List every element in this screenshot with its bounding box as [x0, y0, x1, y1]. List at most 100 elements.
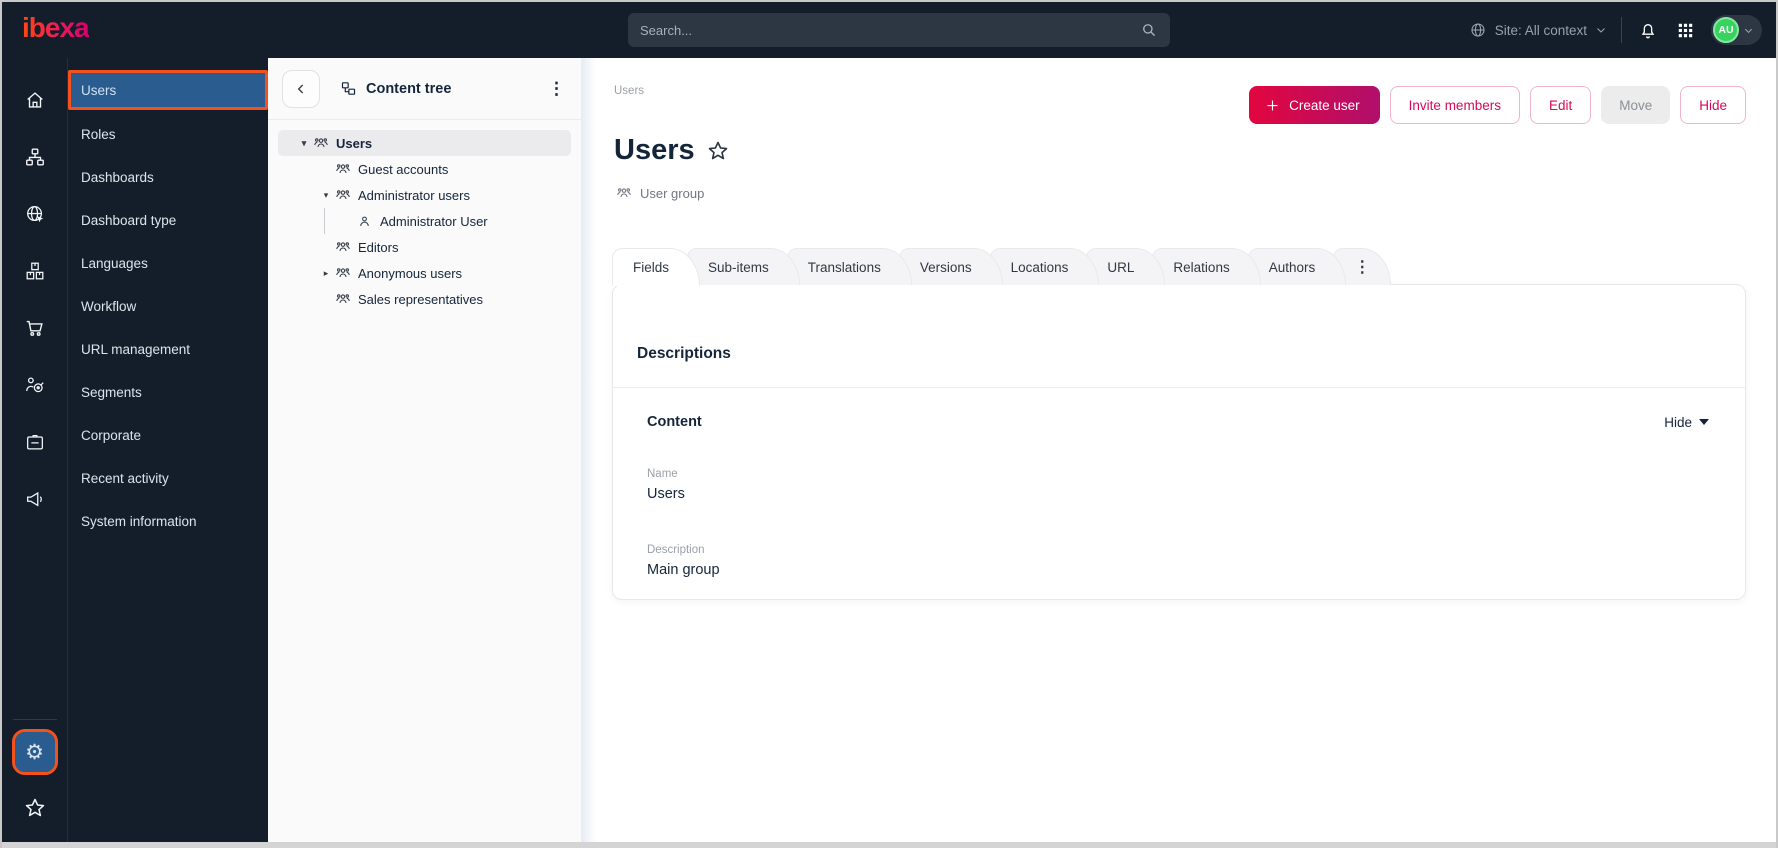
sidebar-item-label: Languages: [81, 256, 148, 271]
star-outline-icon: [708, 141, 727, 159]
sidebar-item-label: Recent activity: [81, 471, 169, 486]
content-tree-title: Content tree: [366, 80, 452, 97]
caret-expanded-icon[interactable]: ▾: [318, 190, 334, 201]
sidebar-item-roles[interactable]: Roles: [68, 113, 268, 156]
tab-authors[interactable]: Authors: [1247, 248, 1347, 285]
sidebar-item-segments[interactable]: Segments: [68, 371, 268, 414]
plus-icon: [1267, 100, 1278, 110]
tab-sub-items[interactable]: Sub-items: [687, 248, 800, 285]
user-menu[interactable]: AU: [1711, 15, 1762, 45]
sidebar-item-recent-activity[interactable]: Recent activity: [68, 457, 268, 500]
rail-bottom-group: ⚙: [2, 719, 67, 828]
content-tree-header: Content tree ⋮: [268, 58, 581, 120]
sidebar-item-label: Corporate: [81, 428, 142, 443]
sidebar-item-url-management[interactable]: URL management: [68, 328, 268, 371]
window-bottom-edge: [2, 842, 1776, 848]
search-icon[interactable]: [1140, 21, 1158, 39]
notifications-button[interactable]: [1636, 18, 1660, 42]
chevron-down-icon: [1597, 28, 1605, 33]
caret-down-icon: [1699, 419, 1709, 425]
sidebar-item-languages[interactable]: Languages: [68, 242, 268, 285]
user-group-icon: [617, 188, 631, 198]
tree-node-guest-accounts[interactable]: Guest accounts: [278, 156, 571, 182]
sidebar-item-system-information[interactable]: System information: [68, 500, 268, 543]
rail-item-product-catalog[interactable]: [15, 251, 55, 291]
tab-versions[interactable]: Versions: [898, 248, 1003, 285]
field-label-name: Name: [647, 468, 678, 480]
user-group-icon: [334, 291, 351, 307]
home-icon: [26, 92, 43, 108]
move-button[interactable]: Move: [1601, 86, 1671, 124]
rail-item-bookmarks[interactable]: [15, 788, 55, 828]
hide-button[interactable]: Hide: [1680, 86, 1746, 124]
invite-members-button[interactable]: Invite members: [1389, 86, 1520, 124]
tree-node-label: Anonymous users: [358, 265, 463, 281]
rail-item-settings[interactable]: ⚙: [11, 729, 58, 775]
rail-item-home[interactable]: [15, 80, 55, 120]
tree-node-label: Users: [336, 135, 373, 151]
tree-node-editors[interactable]: Editors: [278, 234, 571, 260]
rail-divider: [12, 719, 57, 720]
rail-item-commerce[interactable]: [15, 308, 55, 348]
sidebar-item-dashboards[interactable]: Dashboards: [68, 156, 268, 199]
page-title: Users: [614, 134, 695, 166]
content-tree-icon: [341, 82, 356, 95]
global-search[interactable]: [628, 13, 1170, 47]
collapse-label: Hide: [1664, 414, 1692, 430]
sidebar-item-dashboard-type[interactable]: Dashboard type: [68, 199, 268, 242]
breadcrumb[interactable]: Users: [614, 85, 644, 97]
globe-cursor-icon: [26, 206, 43, 223]
tab-relations[interactable]: Relations: [1152, 248, 1261, 285]
rail-item-content-structure[interactable]: [15, 137, 55, 177]
tab-bar: Fields Sub-items Translations Versions L…: [612, 247, 1746, 286]
icon-rail: ⚙: [2, 58, 68, 842]
tree-node-sales-representatives[interactable]: Sales representatives: [278, 286, 571, 312]
app-switcher-button[interactable]: [1674, 19, 1697, 42]
user-group-icon: [334, 265, 351, 281]
action-buttons: Create user Invite members Edit Move Hid…: [1249, 86, 1746, 124]
caret-collapsed-icon[interactable]: ▸: [318, 268, 334, 279]
tree-options-kebab[interactable]: ⋮: [548, 80, 565, 97]
rail-item-marketing[interactable]: [15, 479, 55, 519]
tab-translations[interactable]: Translations: [786, 248, 912, 285]
site-context-selector[interactable]: Site: All context: [1469, 21, 1607, 39]
collapse-tree-button[interactable]: [282, 69, 320, 108]
topbar-right-cluster: Site: All context AU: [1469, 2, 1762, 58]
site-context-label: Site: All context: [1494, 22, 1587, 38]
content-type-label: User group: [640, 185, 705, 201]
top-bar: ibexa Site: All context A: [2, 2, 1776, 58]
grid-icon: [1678, 23, 1693, 37]
sidebar-item-label: Segments: [81, 385, 142, 400]
tree-node-administrator-user[interactable]: Administrator User: [278, 208, 571, 234]
tree-node-label: Administrator users: [358, 187, 470, 203]
sitemap-icon: [25, 148, 44, 166]
sidebar-item-workflow[interactable]: Workflow: [68, 285, 268, 328]
sidebar-item-users[interactable]: Users: [68, 70, 268, 110]
user-icon: [356, 214, 373, 229]
tab-fields[interactable]: Fields: [612, 248, 701, 286]
tree-node-label: Administrator User: [380, 213, 488, 229]
tree-node-anonymous-users[interactable]: ▸ Anonymous users: [278, 260, 571, 286]
star-icon: [25, 798, 44, 817]
bookmark-star-button[interactable]: [706, 139, 730, 163]
sidebar-item-corporate[interactable]: Corporate: [68, 414, 268, 457]
content-group-heading: Content: [647, 414, 702, 430]
tab-locations[interactable]: Locations: [989, 248, 1100, 285]
cart-icon: [26, 320, 43, 336]
tree-node-label: Sales representatives: [358, 291, 484, 307]
sidebar-item-label: Roles: [81, 127, 116, 142]
rail-item-customer-targeting[interactable]: [15, 365, 55, 405]
caret-expanded-icon[interactable]: ▾: [296, 138, 312, 149]
collapse-section-toggle[interactable]: Hide: [1664, 415, 1709, 430]
topbar-divider: [1621, 17, 1622, 43]
create-user-button[interactable]: Create user: [1249, 86, 1380, 124]
globe-icon: [1469, 21, 1487, 39]
content-tree-list: ▾ Users Guest accounts ▾ Administrator u…: [268, 120, 581, 322]
tree-node-users[interactable]: ▾ Users: [278, 130, 571, 156]
rail-item-corporate[interactable]: [15, 422, 55, 462]
edit-button[interactable]: Edit: [1529, 86, 1592, 124]
tree-node-administrator-users[interactable]: ▾ Administrator users: [278, 182, 571, 208]
rail-item-site-management[interactable]: [15, 194, 55, 234]
search-input[interactable]: [640, 22, 1140, 38]
app-window: ibexa Site: All context A: [0, 0, 1778, 848]
